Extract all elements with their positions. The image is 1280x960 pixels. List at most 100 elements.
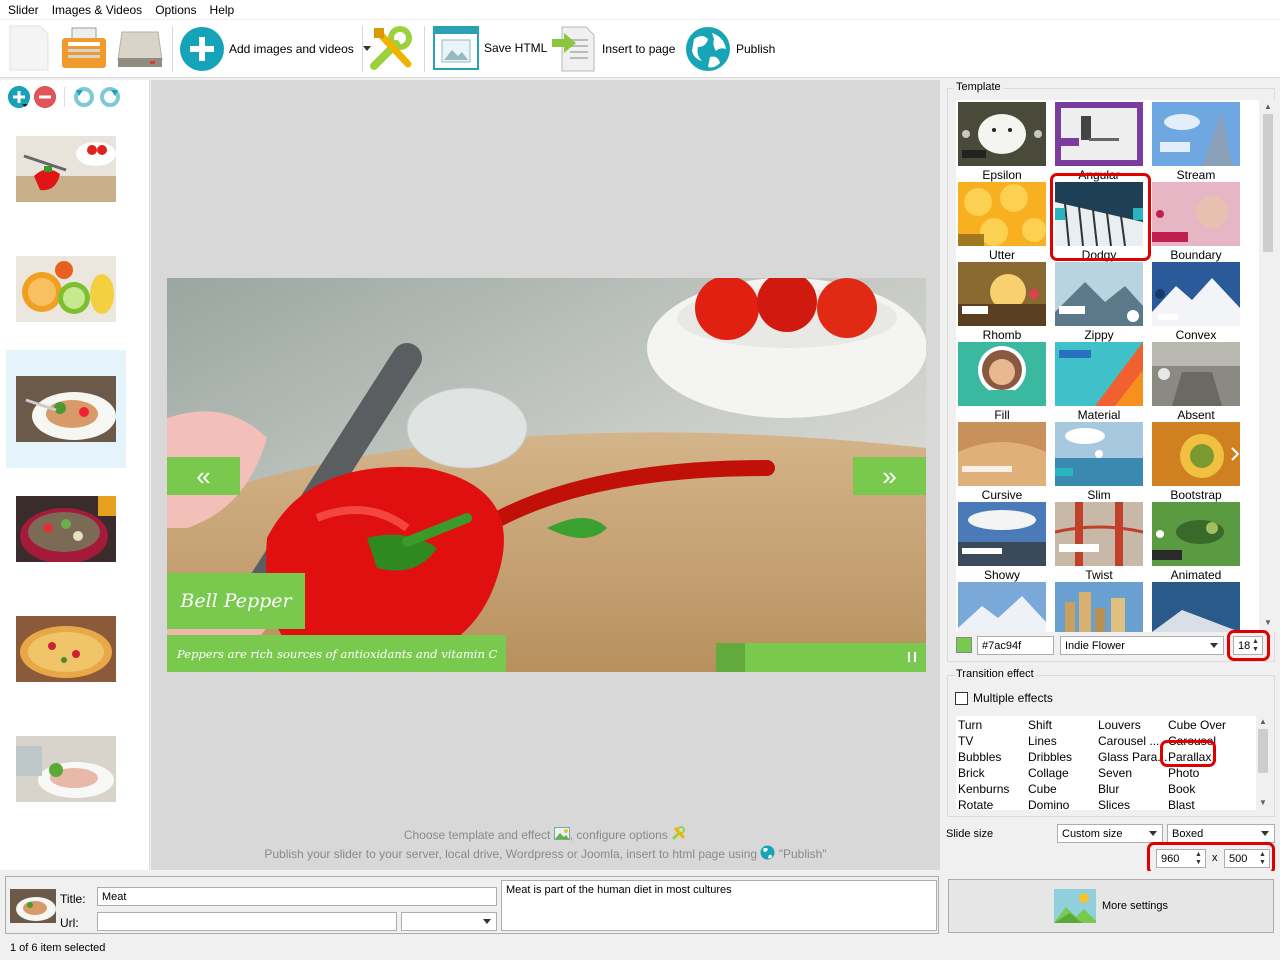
template-absent[interactable]: Absent	[1152, 342, 1240, 422]
slide-layout-select[interactable]: Boxed	[1167, 824, 1275, 843]
chevron-down-icon	[1261, 831, 1269, 836]
multiple-effects-checkbox[interactable]	[955, 691, 968, 705]
template-epsilon[interactable]: Epsilon	[958, 102, 1046, 182]
scroll-down-icon[interactable]: ▼	[1263, 618, 1273, 628]
template-angular[interactable]: Angular	[1055, 102, 1143, 182]
save-html-button[interactable]: Save HTML	[432, 25, 547, 71]
open-button[interactable]	[58, 26, 110, 72]
effects-scrollbar[interactable]: ▲ ▼	[1256, 716, 1270, 810]
add-slide-button[interactable]	[8, 86, 30, 108]
multiple-effects-checkbox-row[interactable]: Multiple effects	[955, 691, 1053, 705]
effect-item[interactable]: Brick	[958, 766, 985, 780]
url-input[interactable]	[97, 912, 397, 931]
menu-help[interactable]: Help	[202, 0, 240, 20]
slide-prev-arrow[interactable]: «	[167, 457, 240, 495]
template-fill[interactable]: Fill	[958, 342, 1046, 422]
template-cursive[interactable]: Cursive	[958, 422, 1046, 502]
template-animated[interactable]: Animated	[1152, 502, 1240, 582]
item-info-box: Title: Url: Meat Meat is part of the hum…	[5, 876, 939, 934]
template-utter[interactable]: Utter	[958, 182, 1046, 262]
template-options-button[interactable]	[366, 24, 418, 74]
publish-button[interactable]: Publish	[684, 25, 775, 73]
effect-item[interactable]: Rotate	[958, 798, 993, 810]
effect-item[interactable]: Cube	[1028, 782, 1057, 796]
effect-item[interactable]: TV	[958, 734, 973, 748]
effect-item[interactable]: Book	[1168, 782, 1195, 796]
slide-thumbnail-5[interactable]	[6, 590, 126, 708]
slide-size-mode-value: Custom size	[1062, 827, 1123, 840]
template-row7-2[interactable]	[1055, 582, 1143, 632]
more-settings-button[interactable]: More settings	[948, 879, 1274, 933]
effect-item[interactable]: Collage	[1028, 766, 1069, 780]
remove-slide-button[interactable]	[34, 86, 56, 108]
slide-size-mode-select[interactable]: Custom size	[1057, 824, 1163, 843]
template-material[interactable]: Material	[1055, 342, 1143, 422]
effect-item[interactable]: Kenburns	[958, 782, 1009, 796]
add-images-videos-button[interactable]: Add images and videos	[179, 26, 374, 72]
effect-item[interactable]: Turn	[958, 718, 982, 732]
template-name: Zippy	[1084, 328, 1114, 342]
scroll-down-icon[interactable]: ▼	[1258, 798, 1268, 808]
rotate-right-icon[interactable]	[99, 86, 121, 108]
template-zippy[interactable]: Zippy	[1055, 262, 1143, 342]
drive-icon	[117, 31, 163, 67]
color-input[interactable]: #7ac94f	[977, 636, 1054, 655]
chevron-down-icon	[1210, 643, 1218, 648]
template-name: Absent	[1177, 408, 1215, 422]
effect-item[interactable]: Glass Para...	[1098, 750, 1167, 764]
new-button[interactable]	[8, 24, 50, 72]
save-project-button[interactable]	[114, 26, 166, 72]
slide-thumbnail-4[interactable]	[6, 470, 126, 588]
font-select[interactable]: Indie Flower	[1060, 636, 1224, 655]
menu-options[interactable]: Options	[147, 0, 201, 20]
effect-item[interactable]: Blast	[1168, 798, 1195, 810]
link-target-select[interactable]	[401, 912, 497, 931]
effect-item[interactable]: Slices	[1098, 798, 1130, 810]
template-twist[interactable]: Twist	[1055, 502, 1143, 582]
slide-caption-description: Peppers are rich sources of antioxidants…	[167, 635, 506, 672]
slide-thumbnail-3[interactable]	[6, 350, 126, 468]
description-textarea[interactable]: Meat is part of the human diet in most c…	[501, 880, 937, 931]
effect-item[interactable]: Seven	[1098, 766, 1132, 780]
title-input[interactable]: Meat	[97, 887, 497, 906]
template-scrollbar[interactable]: ▲ ▼	[1261, 100, 1275, 632]
effect-item[interactable]: Blur	[1098, 782, 1119, 796]
toolbar-separator	[172, 26, 173, 72]
menu-slider[interactable]: Slider	[0, 0, 44, 20]
slide-thumbnail-1[interactable]	[6, 110, 126, 228]
scrollbar-thumb[interactable]	[1263, 114, 1273, 252]
slide-next-arrow[interactable]: »	[853, 457, 926, 495]
hint-line-2: Publish your slider to your server, loca…	[151, 845, 940, 861]
insert-to-page-button[interactable]: Insert to page	[552, 25, 675, 73]
thumbnail-image	[16, 376, 116, 442]
template-boundary[interactable]: Boundary	[1152, 182, 1240, 262]
effect-item[interactable]: Bubbles	[958, 750, 1001, 764]
slide-thumbnail-2[interactable]	[6, 230, 126, 348]
pause-icon[interactable]	[908, 652, 916, 662]
scrollbar-thumb[interactable]	[1258, 729, 1268, 773]
template-rhomb[interactable]: Rhomb	[958, 262, 1046, 342]
effect-item[interactable]: Carousel ...	[1098, 734, 1159, 748]
scroll-up-icon[interactable]: ▲	[1263, 102, 1273, 112]
scroll-up-icon[interactable]: ▲	[1258, 717, 1268, 727]
effect-item[interactable]: Domino	[1028, 798, 1069, 810]
template-convex[interactable]: Convex	[1152, 262, 1240, 342]
rotate-left-icon[interactable]	[73, 86, 95, 108]
template-slim[interactable]: Slim	[1055, 422, 1143, 502]
template-bootstrap[interactable]: Bootstrap	[1152, 422, 1240, 502]
template-stream[interactable]: Stream	[1152, 102, 1240, 182]
add-circle-icon	[180, 27, 224, 71]
effect-item[interactable]: Photo	[1168, 766, 1199, 780]
menu-images-videos[interactable]: Images & Videos	[44, 0, 148, 20]
tools-small-icon	[672, 826, 686, 841]
effect-item[interactable]: Shift	[1028, 718, 1052, 732]
effect-item[interactable]: Louvers	[1098, 718, 1141, 732]
template-showy[interactable]: Showy	[958, 502, 1046, 582]
effect-item[interactable]: Cube Over	[1168, 718, 1226, 732]
slide-thumbnail-6[interactable]	[6, 710, 126, 828]
effect-item[interactable]: Lines	[1028, 734, 1057, 748]
effect-item[interactable]: Dribbles	[1028, 750, 1072, 764]
template-row7-3[interactable]	[1152, 582, 1240, 632]
color-swatch[interactable]	[956, 637, 972, 653]
template-row7-1[interactable]	[958, 582, 1046, 632]
